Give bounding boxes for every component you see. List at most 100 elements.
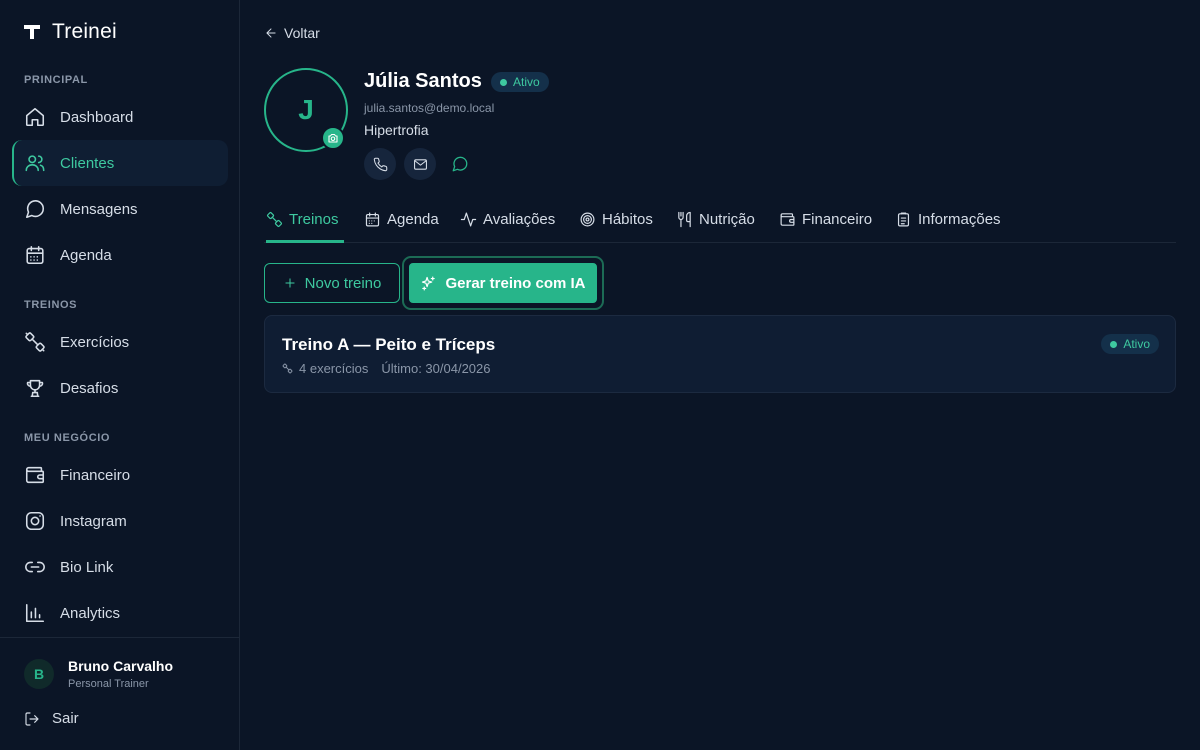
logo-icon — [24, 24, 40, 40]
sidebar-item-label: Mensagens — [60, 200, 138, 218]
sidebar-item-agenda[interactable]: Agenda — [12, 234, 228, 276]
tab-treinos[interactable]: Treinos — [266, 204, 344, 243]
sidebar-item-dashboard[interactable]: Dashboard — [12, 96, 228, 138]
instagram-icon — [25, 511, 45, 531]
camera-icon — [328, 133, 338, 143]
status-badge: Ativo — [1101, 334, 1159, 354]
trophy-icon — [26, 379, 44, 398]
section-label-principal: PRINCIPAL — [24, 74, 88, 86]
dumbbell-icon — [282, 363, 293, 374]
workout-meta: 4 exercícios Último: 30/04/2026 — [282, 361, 491, 376]
status-label: Ativo — [513, 75, 540, 89]
change-photo-button[interactable] — [321, 126, 345, 150]
sidebar-divider — [0, 637, 239, 638]
email-button[interactable] — [404, 148, 436, 180]
back-label: Voltar — [284, 25, 320, 41]
tab-habitos[interactable]: Hábitos — [579, 204, 653, 242]
link-icon — [25, 561, 45, 573]
tab-label: Hábitos — [602, 211, 653, 228]
wallet-icon — [25, 466, 45, 484]
workout-exercise-count: 4 exercícios — [299, 361, 369, 376]
user-name: Bruno Carvalho — [68, 658, 174, 674]
mail-icon — [413, 158, 427, 170]
client-goal: Hipertrofia — [364, 122, 429, 138]
calendar-icon — [365, 212, 380, 227]
clipboard-icon — [897, 212, 910, 227]
tab-avaliacoes[interactable]: Avaliações — [460, 204, 555, 242]
sidebar-item-financeiro[interactable]: Financeiro — [12, 454, 228, 496]
call-button[interactable] — [364, 148, 396, 180]
tab-financeiro[interactable]: Financeiro — [779, 204, 872, 242]
bar-chart-icon — [25, 603, 45, 623]
ai-workout-focus-ring: Gerar treino com IA — [402, 256, 604, 310]
logout-label: Sair — [52, 710, 79, 727]
sidebar-item-mensagens[interactable]: Mensagens — [12, 188, 228, 230]
sidebar-item-label: Clientes — [60, 154, 115, 172]
tab-informacoes[interactable]: Informações — [895, 204, 1001, 242]
logout-button[interactable]: Sair — [24, 710, 79, 727]
sidebar-item-clientes[interactable]: Clientes — [12, 140, 228, 186]
client-name: Júlia Santos — [364, 70, 482, 92]
sidebar-item-label: Analytics — [60, 604, 121, 622]
phone-icon — [373, 157, 387, 171]
sidebar-item-bio-link[interactable]: Bio Link — [12, 546, 228, 588]
sidebar-item-instagram[interactable]: Instagram — [12, 500, 228, 542]
workout-card[interactable]: Treino A — Peito e Tríceps 4 exercícios … — [264, 315, 1176, 393]
tab-nutricao[interactable]: Nutrição — [676, 204, 755, 242]
plus-icon — [285, 278, 295, 288]
users-icon — [25, 155, 45, 172]
generate-ai-workout-button[interactable]: Gerar treino com IA — [407, 261, 599, 305]
utensils-icon — [678, 211, 691, 228]
sidebar-item-label: Desafios — [60, 379, 119, 397]
sidebar-item-label: Exercícios — [60, 333, 130, 351]
dumbbell-icon — [267, 212, 282, 227]
activity-icon — [460, 212, 477, 227]
user-profile[interactable]: B Bruno Carvalho Personal Trainer — [24, 658, 173, 690]
status-badge: Ativo — [491, 72, 549, 92]
app-logo[interactable]: Treinei — [24, 20, 117, 44]
tab-label: Avaliações — [483, 211, 556, 228]
dumbbell-icon — [25, 332, 45, 352]
sidebar-item-exercicios[interactable]: Exercícios — [12, 321, 228, 363]
sidebar-item-label: Instagram — [60, 512, 127, 530]
tab-label: Treinos — [289, 211, 339, 228]
wallet-icon — [780, 213, 795, 226]
log-out-icon — [25, 711, 39, 726]
tab-label: Nutrição — [699, 211, 755, 228]
status-label: Ativo — [1123, 337, 1150, 351]
sparkles-icon — [422, 276, 436, 290]
client-tabs: Treinos Agenda Avaliações Hábitos Nutriç… — [264, 204, 1176, 243]
sidebar-item-label: Dashboard — [60, 108, 134, 126]
sidebar-item-desafios[interactable]: Desafios — [12, 367, 228, 409]
target-icon — [580, 212, 595, 227]
avatar: B — [24, 659, 54, 689]
message-circle-icon — [25, 200, 45, 219]
section-label-meu-negocio: MEU NEGÓCIO — [24, 432, 111, 444]
sidebar-item-label: Bio Link — [60, 558, 114, 576]
workout-title: Treino A — Peito e Tríceps — [282, 335, 496, 354]
home-icon — [25, 107, 45, 127]
back-button[interactable]: Voltar — [264, 25, 320, 41]
whatsapp-button[interactable] — [451, 155, 469, 173]
message-circle-icon — [452, 156, 468, 172]
workout-last-date: Último: 30/04/2026 — [381, 361, 491, 376]
sidebar-item-label: Financeiro — [60, 466, 131, 484]
sidebar-item-analytics[interactable]: Analytics — [12, 592, 228, 634]
tab-label: Financeiro — [802, 211, 873, 228]
tab-label: Agenda — [387, 211, 439, 228]
section-label-treinos: TREINOS — [24, 299, 78, 311]
new-workout-label: Novo treino — [304, 274, 382, 292]
new-workout-button[interactable]: Novo treino — [264, 263, 400, 303]
app-name: Treinei — [52, 20, 117, 43]
status-dot — [1110, 340, 1118, 348]
sidebar: Treinei PRINCIPAL Dashboard Clientes Men… — [0, 0, 240, 750]
tab-agenda[interactable]: Agenda — [364, 204, 439, 242]
ai-workout-label: Gerar treino com IA — [445, 274, 586, 292]
arrow-left-icon — [266, 28, 276, 38]
client-email: julia.santos@demo.local — [364, 101, 495, 115]
calendar-icon — [26, 245, 44, 265]
tab-label: Informações — [918, 211, 1001, 228]
user-role: Personal Trainer — [68, 678, 149, 690]
sidebar-item-label: Agenda — [60, 246, 112, 264]
status-dot — [500, 78, 507, 86]
